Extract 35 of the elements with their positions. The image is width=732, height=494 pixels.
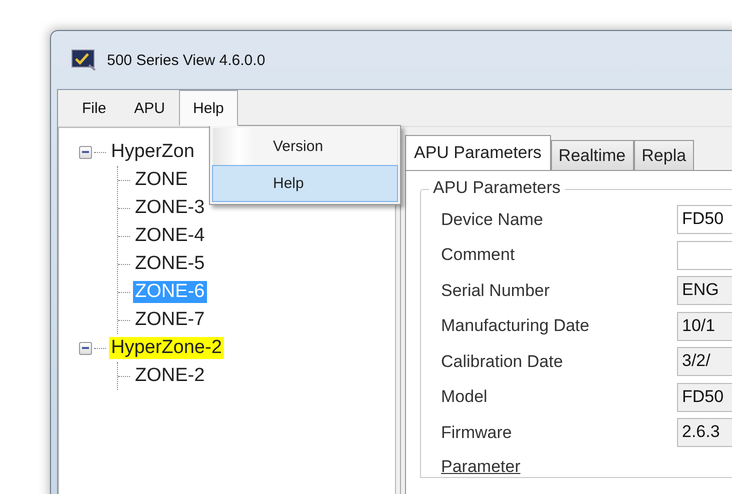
menu-item[interactable]: File <box>68 90 120 126</box>
expander-icon[interactable] <box>79 146 92 158</box>
input-field[interactable]: FD50 <box>677 205 732 234</box>
field-label: Serial Number <box>441 280 551 301</box>
dropdown-item[interactable]: Version <box>212 128 398 165</box>
menu-item[interactable]: APU <box>120 90 180 126</box>
expander-icon[interactable] <box>79 342 92 354</box>
parameter-link[interactable]: Parameter <box>441 456 520 476</box>
input-field[interactable]: 3/2/ <box>677 347 732 376</box>
field-label: Firmware <box>441 422 513 443</box>
tree-item[interactable]: HyperZon <box>109 141 196 163</box>
input-field[interactable]: 2.6.3 <box>677 418 732 448</box>
field-label: Device Name <box>441 210 544 230</box>
app-icon <box>71 49 97 71</box>
tab[interactable]: Realtime <box>550 140 634 170</box>
dropdown-item[interactable]: Help <box>212 165 398 202</box>
field-label: Comment <box>441 245 516 266</box>
tree-item[interactable]: ZONE-3 <box>133 197 207 219</box>
tab[interactable]: APU Parameters <box>405 135 551 170</box>
tree-item[interactable]: ZONE-4 <box>133 225 207 247</box>
window-title: 500 Series View 4.6.0.0 <box>107 52 266 68</box>
input-field[interactable]: ENG <box>677 276 732 306</box>
menu-item[interactable]: Help <box>179 90 238 126</box>
field-label: Model <box>441 387 488 408</box>
tree-item[interactable]: HyperZone-2 <box>109 337 224 359</box>
tab[interactable]: Repla <box>634 140 694 170</box>
tree-item[interactable]: ZONE-5 <box>133 253 207 275</box>
tree-item[interactable]: ZONE-2 <box>133 365 207 387</box>
input-field[interactable]: 10/1 <box>677 312 732 341</box>
tree-item[interactable]: ZONE-7 <box>133 309 207 331</box>
tree-item[interactable]: ZONE <box>133 169 190 191</box>
input-field[interactable] <box>677 240 732 270</box>
field-label: Calibration Date <box>441 352 564 372</box>
input-field[interactable]: FD50 <box>677 382 732 412</box>
field-label: Manufacturing Date <box>441 316 590 336</box>
